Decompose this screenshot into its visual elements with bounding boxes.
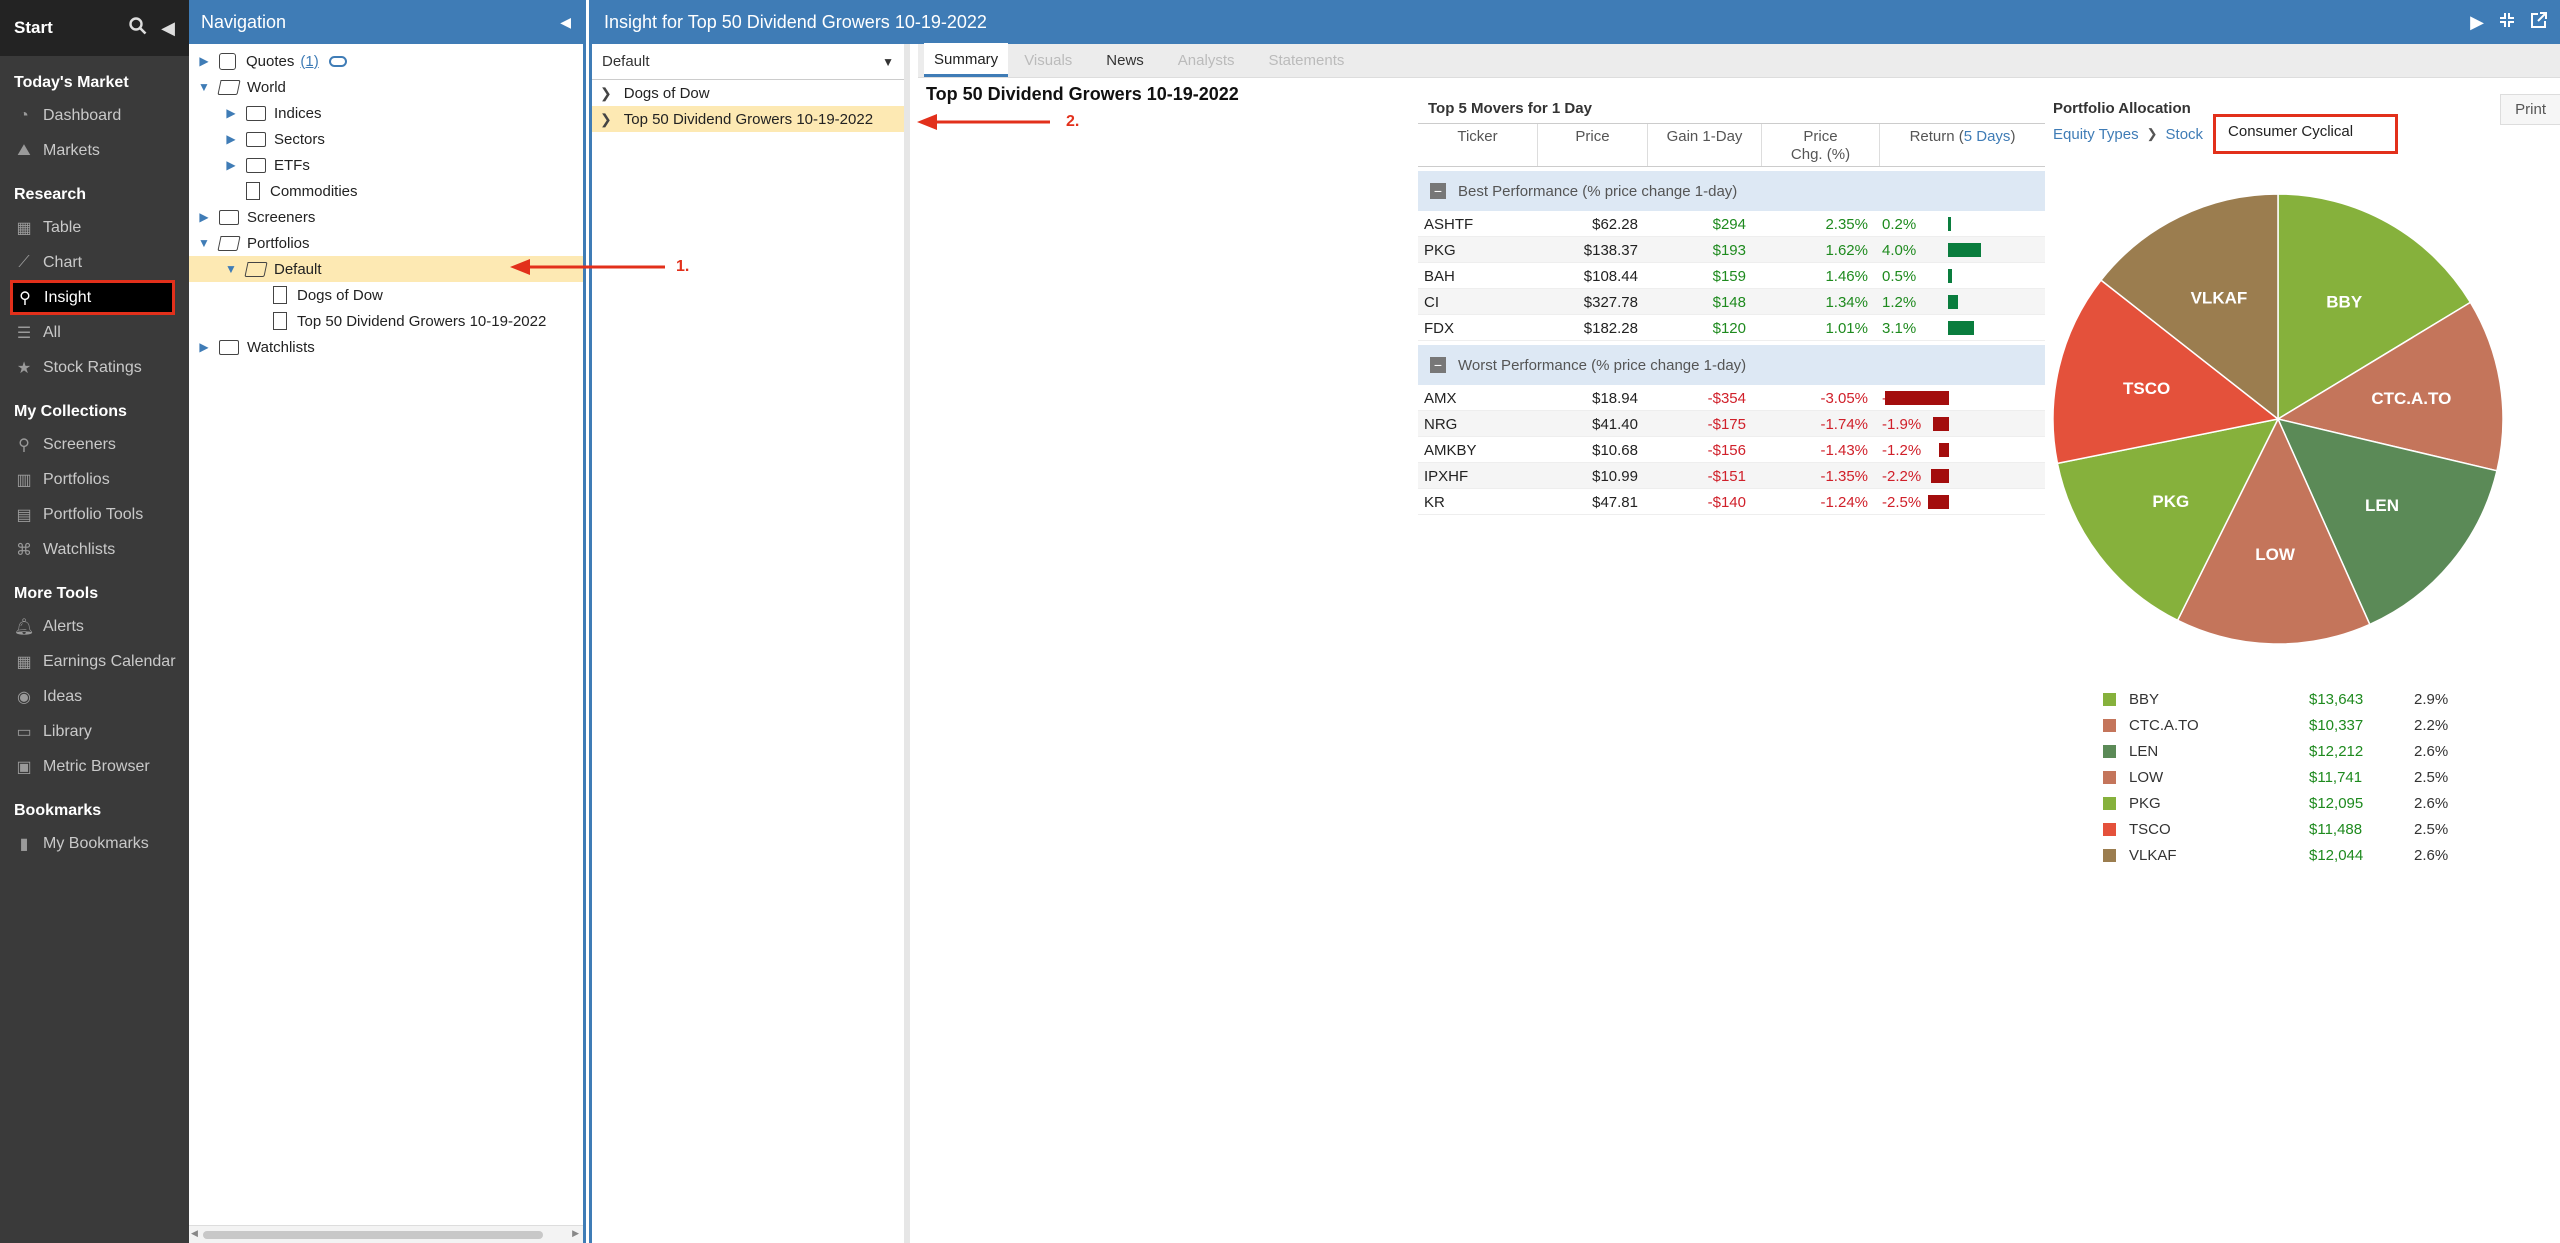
annotation-arrow-2 [917, 114, 1050, 130]
annotation-arrow-1 [510, 259, 665, 275]
annotation-label-1: 1. [676, 258, 690, 275]
annotation-label-2: 2. [1066, 113, 1080, 130]
annotation-layer [510, 114, 1050, 275]
